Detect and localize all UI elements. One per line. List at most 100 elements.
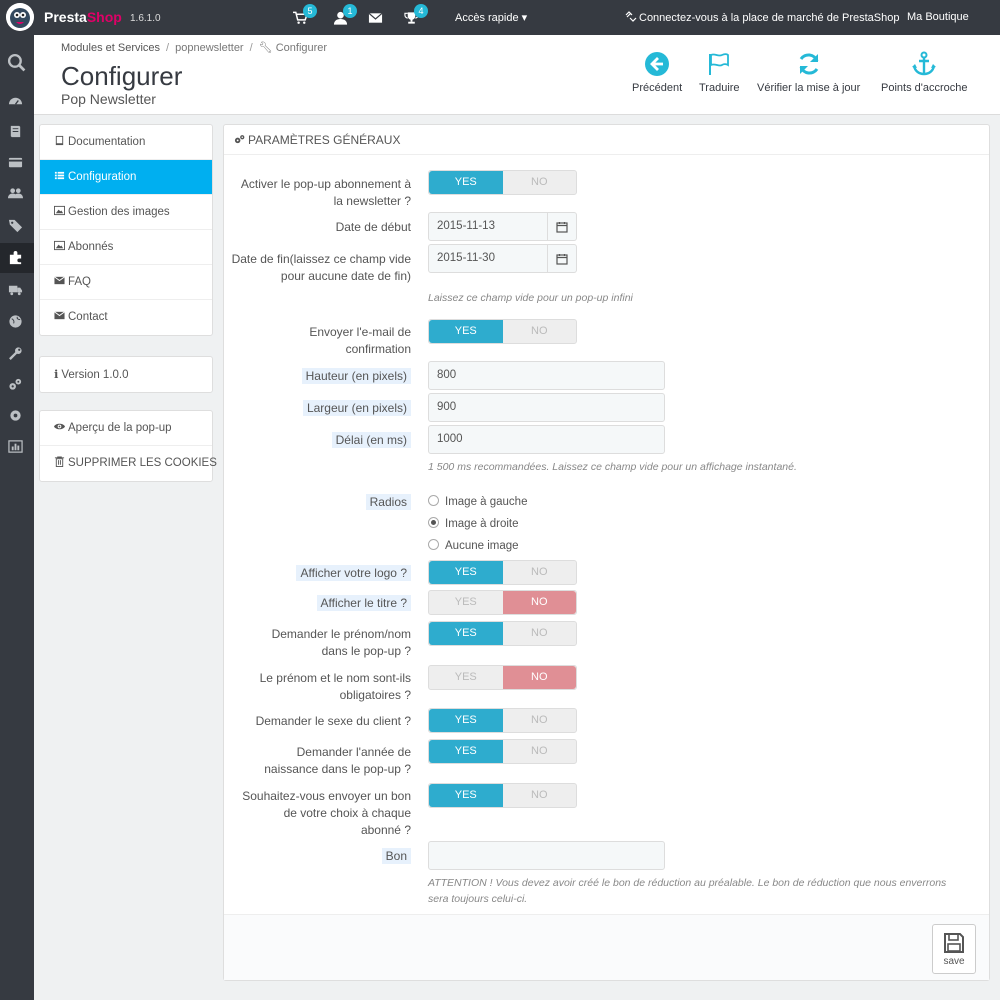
show-logo-switch[interactable]: YES NO — [428, 560, 577, 585]
voucher-label: Bon — [381, 848, 411, 864]
trash-icon — [54, 456, 65, 467]
settings-panel: Paramètres généraux Activer le pop-up ab… — [223, 124, 990, 981]
stats-icon[interactable] — [8, 439, 24, 455]
price-rules-icon[interactable] — [8, 218, 24, 234]
flag-icon — [709, 53, 730, 75]
radio-no-image[interactable]: Aucune image — [428, 539, 519, 552]
ask-name-label: Demander le prénom/nom dans le pop-up ? — [271, 627, 411, 658]
dashboard-icon[interactable] — [8, 93, 24, 109]
refresh-icon — [799, 53, 819, 75]
administration-icon[interactable] — [8, 408, 24, 424]
trophy-icon[interactable]: 4 — [404, 4, 428, 25]
image-icon — [54, 240, 65, 251]
ask-gender-label: Demander le sexe du client ? — [255, 714, 411, 728]
user-icon[interactable]: 1 — [333, 4, 357, 25]
menu-documentation[interactable]: Documentation — [40, 125, 212, 160]
quick-access-menu[interactable]: Accès rapide ▾ — [455, 11, 527, 24]
shipping-icon[interactable] — [8, 282, 24, 298]
end-date-field: 2015-11-30 — [428, 244, 577, 273]
trophies-badge: 4 — [414, 4, 428, 18]
breadcrumb-item[interactable]: Modules et Services — [61, 42, 160, 54]
envelope-icon — [54, 276, 65, 285]
eye-icon — [54, 423, 65, 430]
orders-icon[interactable] — [8, 155, 24, 171]
menu-configuration[interactable]: Configuration — [40, 160, 212, 195]
hooks-button[interactable]: Points d'accroche — [881, 51, 967, 94]
orders-badge: 5 — [303, 4, 317, 18]
customers-badge: 1 — [343, 4, 357, 18]
ask-birth-label: Demander l'année de naissance dans le po… — [264, 745, 411, 776]
radio-image-right[interactable]: Image à droite — [428, 517, 519, 530]
envelope-icon — [54, 311, 65, 320]
calendar-button[interactable] — [548, 244, 577, 273]
end-date-label: Date de fin(laissez ce champ vide pour a… — [231, 252, 411, 283]
send-voucher-switch[interactable]: YES NO — [428, 783, 577, 808]
width-label: Largeur (en pixels) — [302, 400, 411, 416]
module-menu: Documentation Configuration Gestion des … — [39, 124, 213, 336]
breadcrumb-item: Configurer — [275, 42, 328, 54]
radio-button[interactable] — [428, 495, 439, 506]
preview-popup-link[interactable]: Aperçu de la pop-up — [40, 411, 212, 446]
panel-heading: Paramètres généraux — [224, 125, 989, 155]
ask-gender-switch[interactable]: YES NO — [428, 708, 577, 733]
cogs-icon — [234, 135, 245, 144]
catalog-icon[interactable] — [8, 124, 24, 140]
caret-down-icon: ▾ — [521, 12, 528, 24]
modules-icon[interactable] — [8, 250, 24, 266]
radio-image-left[interactable]: Image à gauche — [428, 495, 527, 508]
page-subtitle: Pop Newsletter — [61, 91, 156, 107]
breadcrumb-item[interactable]: popnewsletter — [175, 42, 244, 54]
radio-button[interactable] — [428, 517, 439, 528]
envelope-icon[interactable] — [368, 11, 384, 25]
prestashop-logo-icon[interactable] — [6, 3, 34, 31]
height-input[interactable]: 800 — [428, 361, 665, 390]
floppy-disk-icon — [944, 933, 964, 953]
send-voucher-label: Souhaitez-vous envoyer un bon de votre c… — [242, 789, 411, 837]
show-title-switch[interactable]: YES NO — [428, 590, 577, 615]
menu-faq[interactable]: FAQ — [40, 265, 212, 300]
activate-switch[interactable]: YES NO — [428, 170, 577, 195]
confirm-email-switch[interactable]: YES NO — [428, 319, 577, 344]
customers-icon[interactable] — [8, 186, 24, 202]
marketplace-link[interactable]: Connectez-vous à la place de marché de P… — [625, 11, 900, 24]
menu-image-management[interactable]: Gestion des images — [40, 195, 212, 230]
module-actions: Aperçu de la pop-up SUPPRIMER LES COOKIE… — [39, 410, 217, 482]
delay-input[interactable]: 1000 — [428, 425, 665, 454]
cart-icon[interactable]: 5 — [293, 4, 317, 25]
calendar-button[interactable] — [548, 212, 577, 241]
ask-birth-switch[interactable]: YES NO — [428, 739, 577, 764]
voucher-help: ATTENTION ! Vous devez avoir créé le bon… — [428, 877, 947, 905]
start-date-label: Date de début — [335, 220, 411, 234]
end-date-input[interactable]: 2015-11-30 — [428, 244, 548, 273]
preferences-icon[interactable] — [8, 346, 24, 362]
name-required-switch[interactable]: YES NO — [428, 665, 577, 690]
check-update-button[interactable]: Vérifier la mise à jour — [757, 51, 860, 94]
radio-button[interactable] — [428, 539, 439, 550]
localization-icon[interactable] — [8, 314, 24, 330]
link-icon — [625, 11, 637, 22]
version-box: i Version 1.0.0 — [39, 356, 213, 393]
search-icon[interactable] — [7, 53, 26, 72]
calendar-icon — [556, 254, 568, 265]
save-button[interactable]: save — [932, 924, 976, 974]
my-shop-link[interactable]: Ma Boutique — [907, 11, 969, 23]
anchor-icon — [912, 51, 937, 76]
wrench-icon: 🔧︎ — [258, 42, 273, 54]
menu-subscribers[interactable]: Abonnés — [40, 230, 212, 265]
start-date-input[interactable]: 2015-11-13 — [428, 212, 548, 241]
name-required-label: Le prénom et le nom sont-ils obligatoire… — [259, 671, 411, 702]
advanced-parameters-icon[interactable] — [8, 377, 24, 393]
top-bar: PrestaShop 1.6.1.0 5 1 4 Accès rapide ▾ … — [0, 0, 1000, 35]
translate-button[interactable]: Traduire — [699, 51, 740, 94]
radios-label: Radios — [365, 494, 411, 510]
voucher-input[interactable] — [428, 841, 665, 870]
delete-cookies-link[interactable]: SUPPRIMER LES COOKIES — [40, 446, 217, 481]
menu-contact[interactable]: Contact — [40, 300, 212, 335]
width-input[interactable]: 900 — [428, 393, 665, 422]
ask-name-switch[interactable]: YES NO — [428, 621, 577, 646]
panel-footer: save — [224, 914, 989, 980]
delay-help: 1 500 ms recommandées. Laissez ce champ … — [428, 461, 797, 473]
show-logo-label: Afficher votre logo ? — [296, 565, 411, 581]
main-navigation — [0, 35, 34, 1000]
back-button[interactable]: Précédent — [632, 51, 682, 94]
